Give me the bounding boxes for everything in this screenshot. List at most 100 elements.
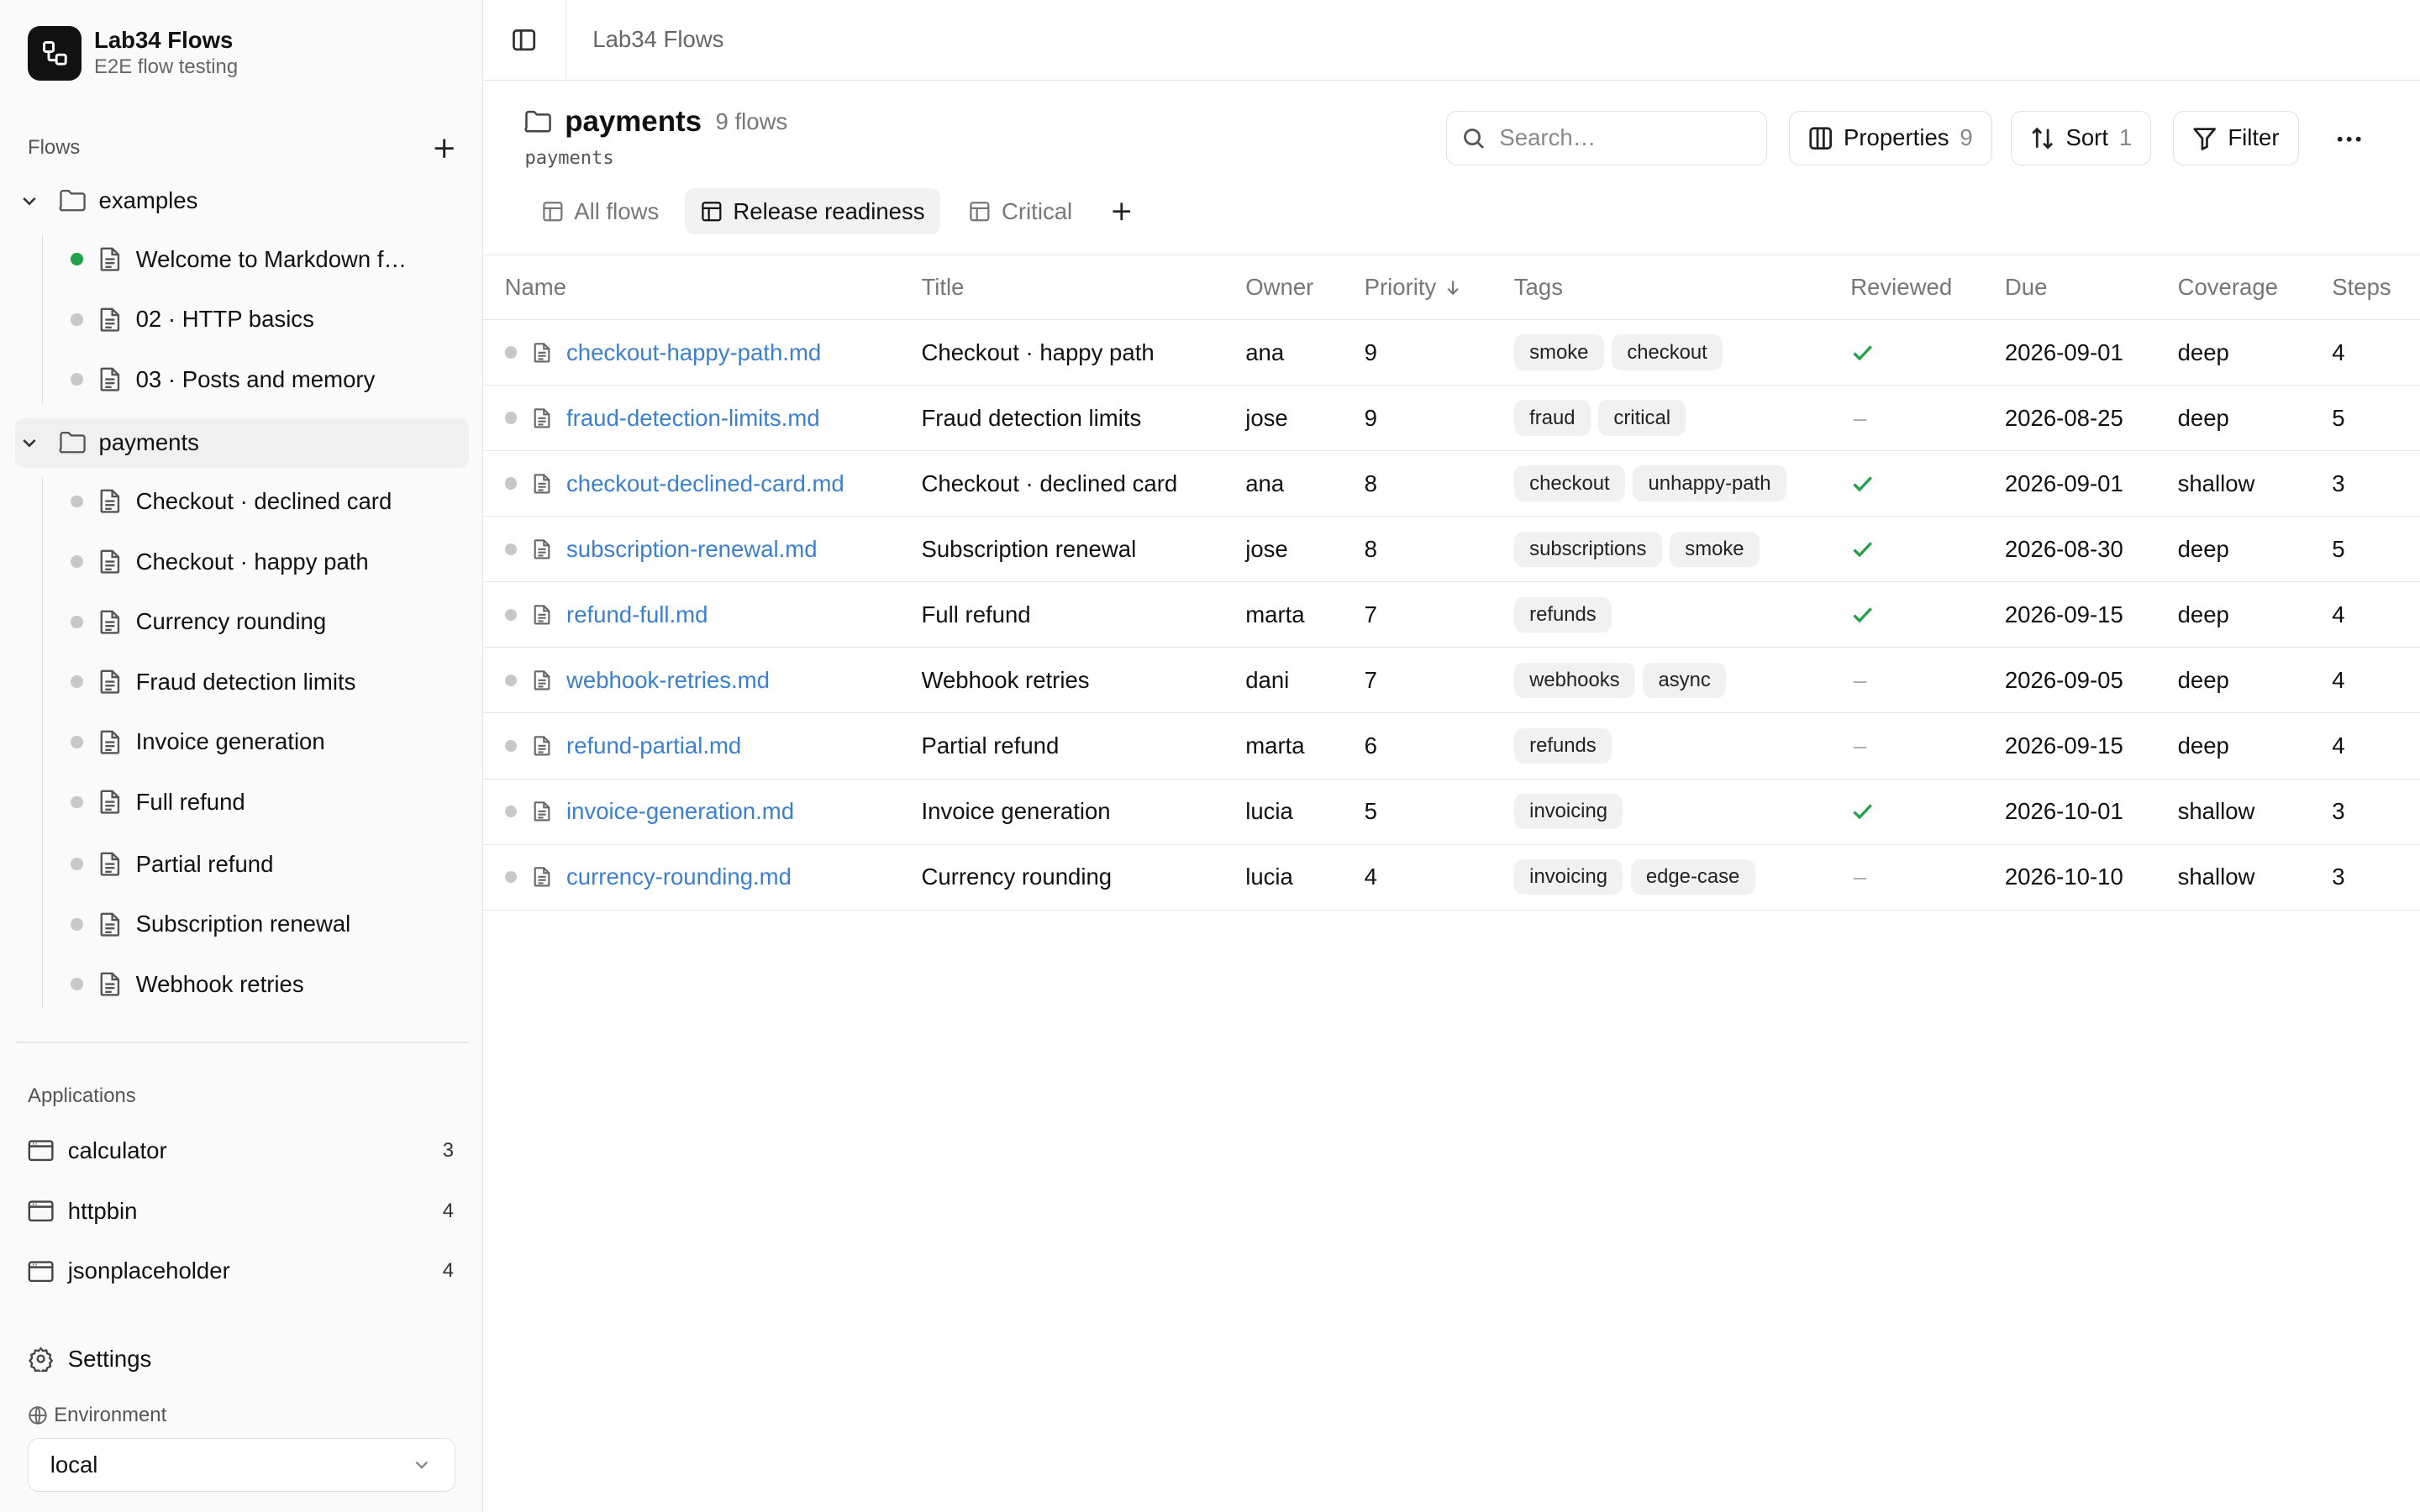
- coverage-cell: deep: [2177, 535, 2229, 562]
- priority-cell: 9: [1364, 339, 1377, 365]
- folder-label: payments: [98, 429, 199, 456]
- title-cell: Checkout · declined card: [921, 470, 1178, 496]
- application-httpbin[interactable]: httpbin 4: [28, 1189, 454, 1232]
- sidebar-flow-item[interactable]: Checkout · declined card: [61, 477, 469, 527]
- column-header-priority[interactable]: Priority: [1365, 255, 1461, 319]
- tab-release-readiness[interactable]: Release readiness: [685, 188, 940, 235]
- table-header: Name Title Owner Priority Tags Reviewed …: [482, 255, 2420, 321]
- priority-cell: 8: [1364, 470, 1377, 496]
- plus-icon: [434, 139, 454, 158]
- priority-cell: 6: [1364, 732, 1377, 759]
- column-header-due[interactable]: Due: [2005, 255, 2048, 319]
- search-input[interactable]: [1499, 124, 1747, 152]
- search-field[interactable]: [1445, 111, 1768, 165]
- check-icon: [1850, 799, 1875, 823]
- application-label: calculator: [67, 1137, 167, 1164]
- tags-cell: subscriptions smoke: [1513, 517, 1767, 581]
- add-view-button[interactable]: [1105, 194, 1139, 228]
- application-calculator[interactable]: calculator 3: [28, 1129, 454, 1172]
- breadcrumb[interactable]: Lab34 Flows: [592, 26, 723, 53]
- filter-button[interactable]: Filter: [2173, 111, 2299, 165]
- table-row[interactable]: currency-rounding.md Currency rounding luc…: [482, 845, 2420, 911]
- flow-file-link[interactable]: webhook-retries.md: [566, 667, 770, 694]
- flow-file-link[interactable]: fraud-detection-limits.md: [566, 405, 820, 432]
- column-header-owner[interactable]: Owner: [1245, 255, 1313, 319]
- table-row[interactable]: checkout-declined-card.md Checkout · decl…: [482, 451, 2420, 517]
- tag-badge: fraud: [1513, 400, 1591, 437]
- sidebar-flow-item[interactable]: 03 · Posts and memory: [61, 354, 469, 404]
- column-header-steps[interactable]: Steps: [2332, 255, 2391, 319]
- owner-cell: jose: [1245, 535, 1288, 562]
- file-icon: [99, 911, 121, 937]
- tab-all-flows[interactable]: All flows: [526, 188, 674, 234]
- sidebar-toggle-button[interactable]: [483, 0, 567, 81]
- flow-file-link[interactable]: checkout-declined-card.md: [566, 470, 844, 497]
- folder-icon: [524, 109, 552, 134]
- application-jsonplaceholder[interactable]: jsonplaceholder 4: [28, 1250, 454, 1293]
- column-header-name[interactable]: Name: [505, 255, 566, 319]
- priority-cell: 9: [1364, 404, 1377, 431]
- table-row[interactable]: invoice-generation.md Invoice generation l…: [482, 780, 2420, 845]
- status-dot: [71, 736, 84, 748]
- flow-name-cell: checkout-happy-path.md: [504, 320, 821, 385]
- settings-link[interactable]: Settings: [28, 1346, 151, 1373]
- table-row[interactable]: refund-partial.md Partial refund marta 6 ref…: [482, 713, 2420, 780]
- column-header-reviewed[interactable]: Reviewed: [1850, 255, 1952, 319]
- title-cell: Currency rounding: [921, 864, 1113, 890]
- status-dot: [71, 978, 84, 991]
- brand[interactable]: Lab34 Flows E2E flow testing: [28, 26, 238, 81]
- priority-cell: 5: [1364, 798, 1377, 825]
- sidebar-flow-item[interactable]: Welcome to Markdown f…: [61, 234, 469, 284]
- table-row[interactable]: subscription-renewal.md Subscription rene…: [482, 517, 2420, 583]
- not-reviewed-dash: –: [1853, 732, 1867, 759]
- file-icon: [533, 604, 551, 626]
- flow-item-label: Fraud detection limits: [135, 668, 356, 695]
- flow-item-label: Full refund: [135, 789, 245, 816]
- table-row[interactable]: checkout-happy-path.md Checkout · happy p…: [482, 320, 2420, 386]
- sidebar-flow-item[interactable]: Full refund: [61, 778, 469, 827]
- owner-cell: dani: [1245, 666, 1290, 693]
- steps-cell: 4: [2332, 732, 2345, 759]
- environment-select[interactable]: local: [28, 1437, 455, 1493]
- table-row[interactable]: webhook-retries.md Webhook retries dani 7 we…: [482, 648, 2420, 714]
- sidebar-flow-item[interactable]: Checkout · happy path: [61, 537, 469, 586]
- flow-file-link[interactable]: checkout-happy-path.md: [566, 339, 821, 366]
- reviewed-cell: –: [1850, 713, 1866, 778]
- tag-badge: async: [1643, 662, 1727, 699]
- status-dot: [504, 543, 518, 556]
- flow-item-label: Checkout · happy path: [135, 548, 369, 575]
- folder-payments[interactable]: payments: [15, 417, 470, 468]
- flow-file-link[interactable]: refund-partial.md: [566, 732, 741, 759]
- sidebar-flow-item[interactable]: Currency rounding: [61, 597, 469, 647]
- flow-file-link[interactable]: invoice-generation.md: [566, 798, 794, 825]
- sidebar-flow-item[interactable]: Webhook retries: [61, 959, 469, 1009]
- flow-file-link[interactable]: currency-rounding.md: [566, 864, 792, 890]
- owner-cell: ana: [1245, 470, 1285, 496]
- sidebar-flow-item[interactable]: Fraud detection limits: [61, 657, 469, 706]
- file-icon: [99, 729, 121, 755]
- file-icon: [533, 538, 551, 560]
- priority-cell: 7: [1364, 601, 1377, 627]
- column-header-title[interactable]: Title: [921, 255, 964, 319]
- add-flow-button[interactable]: [428, 131, 461, 165]
- tag-badge: refunds: [1513, 596, 1612, 633]
- tab-critical[interactable]: Critical: [954, 188, 1087, 234]
- sidebar-flow-item[interactable]: Subscription renewal: [61, 900, 469, 949]
- flow-file-link[interactable]: subscription-renewal.md: [566, 536, 818, 563]
- sidebar-flow-item[interactable]: Partial refund: [61, 839, 469, 889]
- table-row[interactable]: fraud-detection-limits.md Fraud detection…: [482, 386, 2420, 452]
- tag-badge: subscriptions: [1513, 531, 1662, 568]
- more-options-button[interactable]: [2328, 120, 2370, 157]
- sidebar-flow-item[interactable]: 02 · HTTP basics: [61, 295, 469, 344]
- sidebar-flow-item[interactable]: Invoice generation: [61, 717, 469, 767]
- flow-file-link[interactable]: refund-full.md: [566, 601, 708, 628]
- column-header-coverage[interactable]: Coverage: [2178, 255, 2278, 319]
- column-header-tags[interactable]: Tags: [1514, 255, 1563, 319]
- flow-name-cell: webhook-retries.md: [504, 648, 770, 712]
- folder-examples[interactable]: examples: [15, 176, 469, 225]
- tag-badge: invoicing: [1513, 858, 1623, 895]
- table-row[interactable]: refund-full.md Full refund marta 7 refunds 20…: [482, 582, 2420, 648]
- status-dot: [504, 805, 518, 818]
- sort-button[interactable]: Sort 1: [2011, 111, 2152, 165]
- properties-button[interactable]: Properties 9: [1788, 111, 1992, 165]
